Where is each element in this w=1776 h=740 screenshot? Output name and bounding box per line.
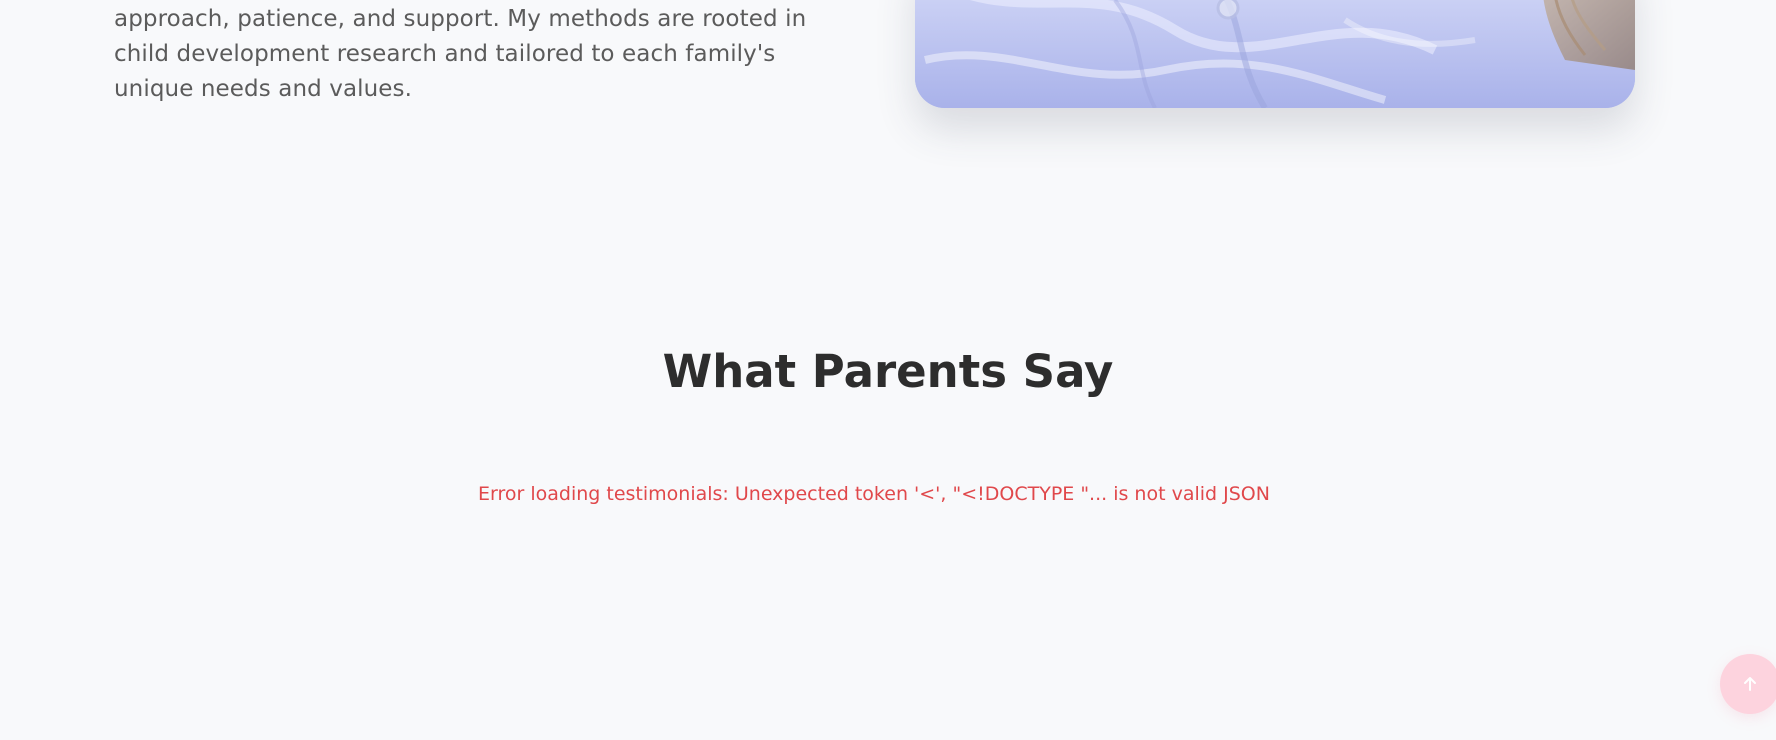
testimonials-error-message: Error loading testimonials: Unexpected t… <box>478 483 1270 505</box>
arrow-up-icon <box>1744 677 1756 691</box>
page: approach, patience, and support. My meth… <box>0 0 1776 740</box>
scroll-to-top-button[interactable] <box>1720 654 1776 714</box>
photo-illustration <box>915 0 1635 108</box>
about-description: approach, patience, and support. My meth… <box>114 6 807 102</box>
about-photo <box>915 0 1635 108</box>
testimonials-title: What Parents Say <box>662 345 1114 398</box>
